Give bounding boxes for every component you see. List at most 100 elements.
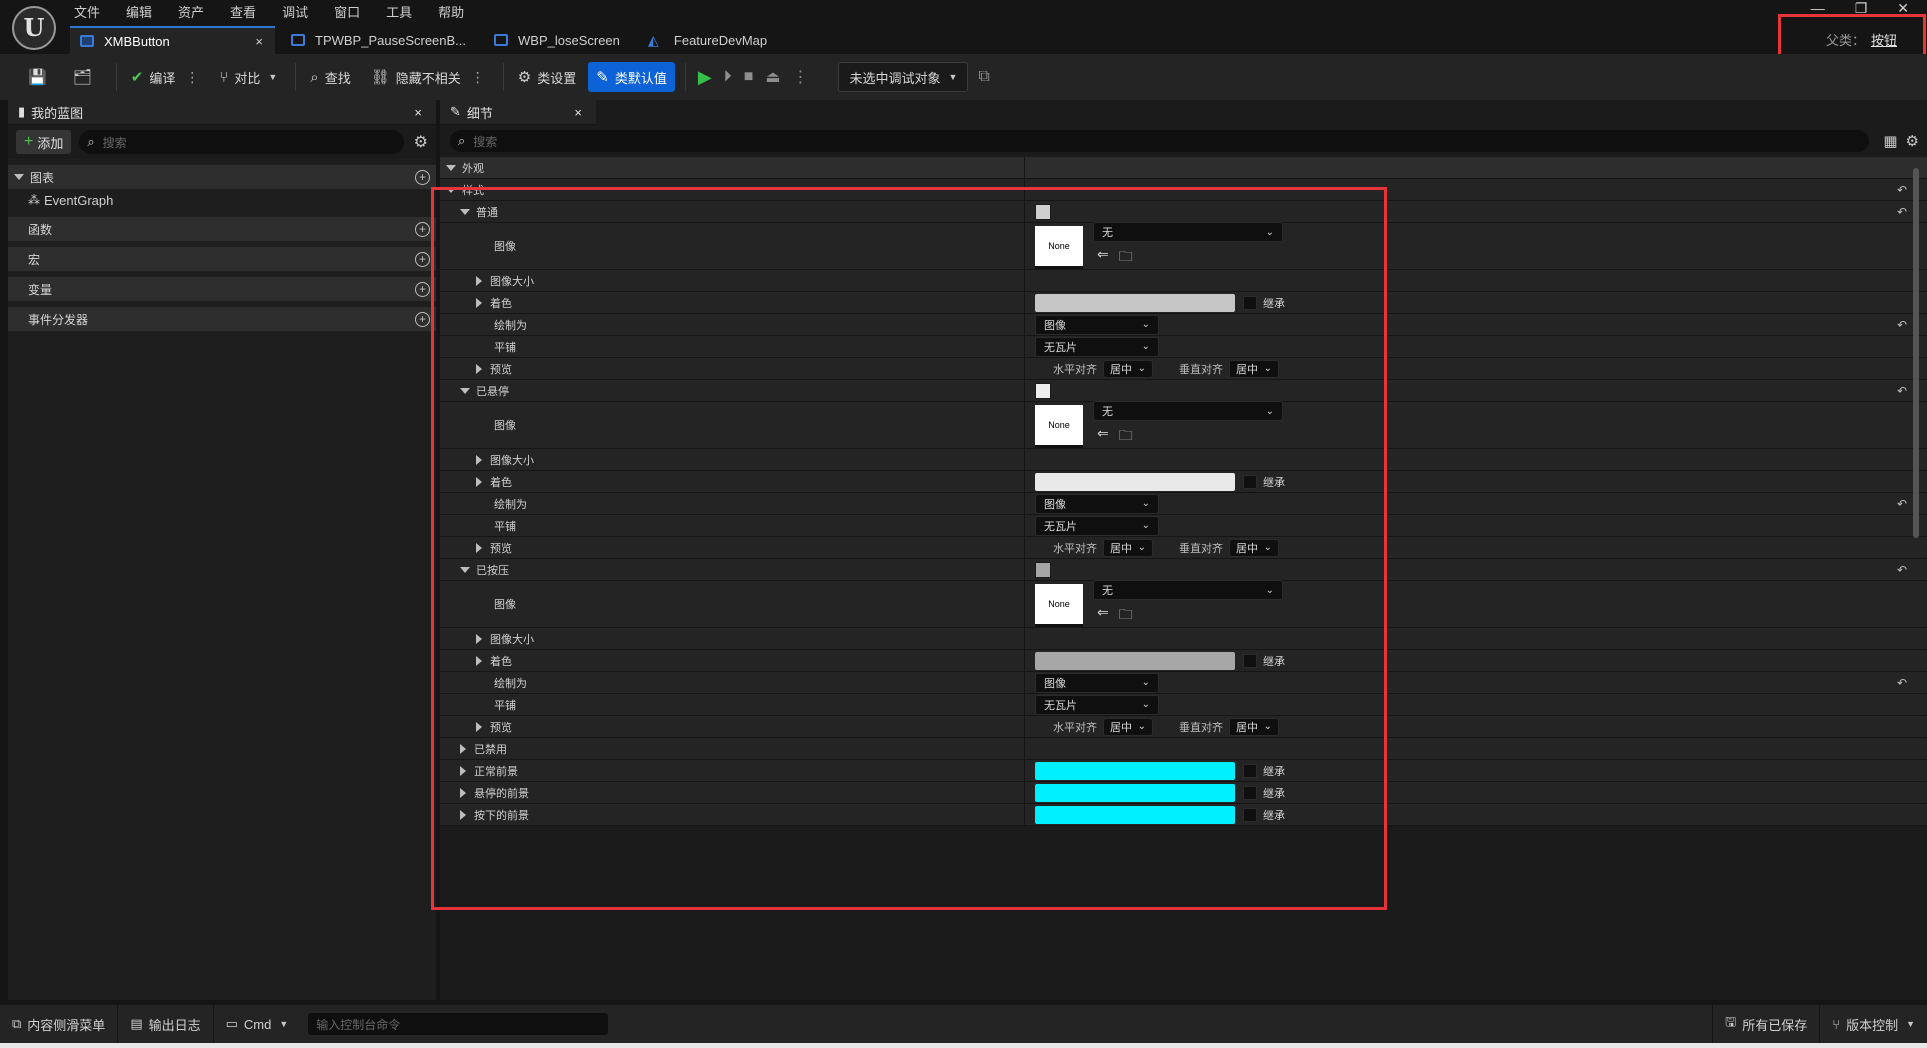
more-icon[interactable]: ⋮ [185, 69, 199, 86]
search-input[interactable]: ⌕ 搜索 [79, 130, 404, 154]
search-input[interactable]: ⌕ 搜索 [450, 130, 1870, 152]
all-saved-button[interactable]: 🖫 所有已保存 [1712, 1005, 1821, 1043]
chevron-right-icon[interactable] [476, 721, 482, 732]
save-button[interactable]: 💾 [20, 62, 61, 92]
chevron-right-icon[interactable] [476, 363, 482, 374]
chevron-right-icon[interactable] [460, 809, 466, 820]
draw-as-combo[interactable]: 图像 ⌄ [1035, 314, 1159, 335]
chevron-right-icon[interactable] [476, 297, 482, 308]
add-circle-icon[interactable]: + [415, 221, 430, 237]
scrollbar[interactable] [1913, 168, 1919, 538]
restore-icon[interactable]: ❐ [1855, 0, 1868, 17]
category-functions[interactable]: 函数 + [8, 217, 436, 241]
reset-icon[interactable]: ↶ [1897, 497, 1907, 511]
menu-edit[interactable]: 编辑 [126, 2, 152, 20]
step-icon[interactable]: ⏵ [724, 68, 732, 86]
property-image-size[interactable]: 图像大小 [440, 270, 1927, 292]
close-icon[interactable]: × [574, 105, 582, 120]
reset-icon[interactable]: ↶ [1897, 676, 1907, 690]
inherit-checkbox[interactable] [1243, 474, 1257, 489]
tint-color-bar[interactable] [1035, 651, 1235, 670]
use-selected-icon[interactable]: ⇐ [1097, 246, 1109, 270]
parent-class-link[interactable]: 按钮 [1871, 33, 1897, 48]
debug-filter-icon[interactable]: ⧉ [978, 68, 989, 86]
category-macros[interactable]: 宏 + [8, 247, 436, 271]
category-variables[interactable]: 变量 + [8, 277, 436, 301]
image-asset-combo[interactable]: 无 ⌄ [1093, 401, 1283, 421]
menu-view[interactable]: 查看 [230, 2, 256, 20]
image-thumbnail[interactable]: None [1035, 225, 1083, 269]
group-disabled[interactable]: 已禁用 [440, 738, 1927, 760]
class-settings-button[interactable]: ⚙ 类设置 [510, 62, 584, 92]
image-asset-combo[interactable]: 无 ⌄ [1093, 222, 1283, 242]
panel-tab-details[interactable]: ✎ 细节 × [440, 100, 596, 125]
reset-icon[interactable]: ↶ [1897, 183, 1907, 197]
foreground-color-bar[interactable] [1035, 783, 1235, 802]
h-align-combo[interactable]: 居中 ⌄ [1103, 717, 1153, 736]
find-button[interactable]: ⌕ 查找 [302, 62, 358, 92]
chevron-right-icon[interactable] [476, 655, 482, 666]
use-selected-icon[interactable]: ⇐ [1097, 425, 1109, 449]
browse-asset-icon[interactable]: 🗀 [1119, 246, 1133, 270]
browse-asset-icon[interactable]: 🗀 [1119, 604, 1133, 628]
reset-icon[interactable]: ↶ [1897, 318, 1907, 332]
use-selected-icon[interactable]: ⇐ [1097, 604, 1109, 628]
property-image-size[interactable]: 图像大小 [440, 628, 1927, 650]
browse-button[interactable]: 🗂 [65, 62, 106, 92]
minimize-icon[interactable]: — [1811, 0, 1825, 17]
debug-target-dropdown[interactable]: 未选中调试对象 ▼ [838, 62, 969, 92]
v-align-combo[interactable]: 居中 ⌄ [1229, 717, 1279, 736]
image-asset-combo[interactable]: 无 ⌄ [1093, 580, 1283, 600]
h-align-combo[interactable]: 居中 ⌄ [1103, 538, 1153, 557]
console-input[interactable]: 输入控制台命令 [308, 1013, 609, 1035]
tiling-combo[interactable]: 无瓦片 ⌄ [1035, 694, 1159, 715]
add-circle-icon[interactable]: + [415, 251, 430, 267]
class-defaults-button[interactable]: ✎ 类默认值 [588, 62, 675, 92]
inherit-checkbox[interactable] [1243, 653, 1257, 668]
menu-window[interactable]: 窗口 [334, 2, 360, 20]
state-color-swatch[interactable] [1035, 382, 1051, 399]
stop-icon[interactable]: ■ [744, 68, 754, 86]
state-color-swatch[interactable] [1035, 203, 1051, 220]
tiling-combo[interactable]: 无瓦片 ⌄ [1035, 515, 1159, 536]
content-drawer-button[interactable]: ⧉ 内容侧滑菜单 [0, 1005, 119, 1043]
property-image-size[interactable]: 图像大小 [440, 449, 1927, 471]
h-align-combo[interactable]: 居中 ⌄ [1103, 359, 1153, 378]
eject-icon[interactable]: ⏏ [765, 67, 780, 87]
gear-icon[interactable]: ⚙ [414, 132, 428, 152]
tiling-combo[interactable]: 无瓦片 ⌄ [1035, 336, 1159, 357]
inherit-checkbox[interactable] [1243, 295, 1257, 310]
add-button[interactable]: + 添加 [16, 130, 72, 154]
chevron-right-icon[interactable] [460, 787, 466, 798]
inherit-checkbox[interactable] [1243, 785, 1257, 800]
reset-icon[interactable]: ↶ [1897, 563, 1907, 577]
table-view-icon[interactable]: ▦ [1883, 132, 1897, 150]
play-icon[interactable]: ▶ [698, 67, 712, 88]
chevron-right-icon[interactable] [476, 476, 482, 487]
v-align-combo[interactable]: 居中 ⌄ [1229, 359, 1279, 378]
cmd-button[interactable]: ▭ Cmd ▼ [214, 1005, 301, 1043]
menu-help[interactable]: 帮助 [438, 2, 464, 20]
foreground-color-bar[interactable] [1035, 761, 1235, 780]
group-state[interactable]: 已悬停 ↶ [440, 380, 1927, 402]
tint-color-bar[interactable] [1035, 293, 1235, 312]
tab-xmbbutton[interactable]: XMBButton × [70, 26, 275, 54]
browse-asset-icon[interactable]: 🗀 [1119, 425, 1133, 449]
output-log-button[interactable]: ▤ 输出日志 [118, 1005, 214, 1043]
category-dispatchers[interactable]: 事件分发器 + [8, 307, 436, 331]
inherit-checkbox[interactable] [1243, 807, 1257, 822]
group-style[interactable]: 样式 ↶ [440, 179, 1927, 201]
section-appearance[interactable]: 外观 [440, 157, 1927, 179]
image-thumbnail[interactable]: None [1035, 404, 1083, 448]
hide-unrelated-button[interactable]: ⛓ 隐藏不相关 ⋮ [363, 62, 493, 92]
category-graphs[interactable]: 图表 + [8, 165, 436, 189]
state-color-swatch[interactable] [1035, 561, 1051, 578]
menu-asset[interactable]: 资产 [178, 2, 204, 20]
list-item-eventgraph[interactable]: ⁂ EventGraph [8, 189, 436, 211]
foreground-color-bar[interactable] [1035, 805, 1235, 824]
compile-button[interactable]: ✔ 编译 ⋮ [123, 62, 208, 92]
image-thumbnail[interactable]: None [1035, 583, 1083, 627]
draw-as-combo[interactable]: 图像 ⌄ [1035, 493, 1159, 514]
unreal-logo[interactable]: U [12, 6, 56, 50]
add-circle-icon[interactable]: + [415, 281, 430, 297]
